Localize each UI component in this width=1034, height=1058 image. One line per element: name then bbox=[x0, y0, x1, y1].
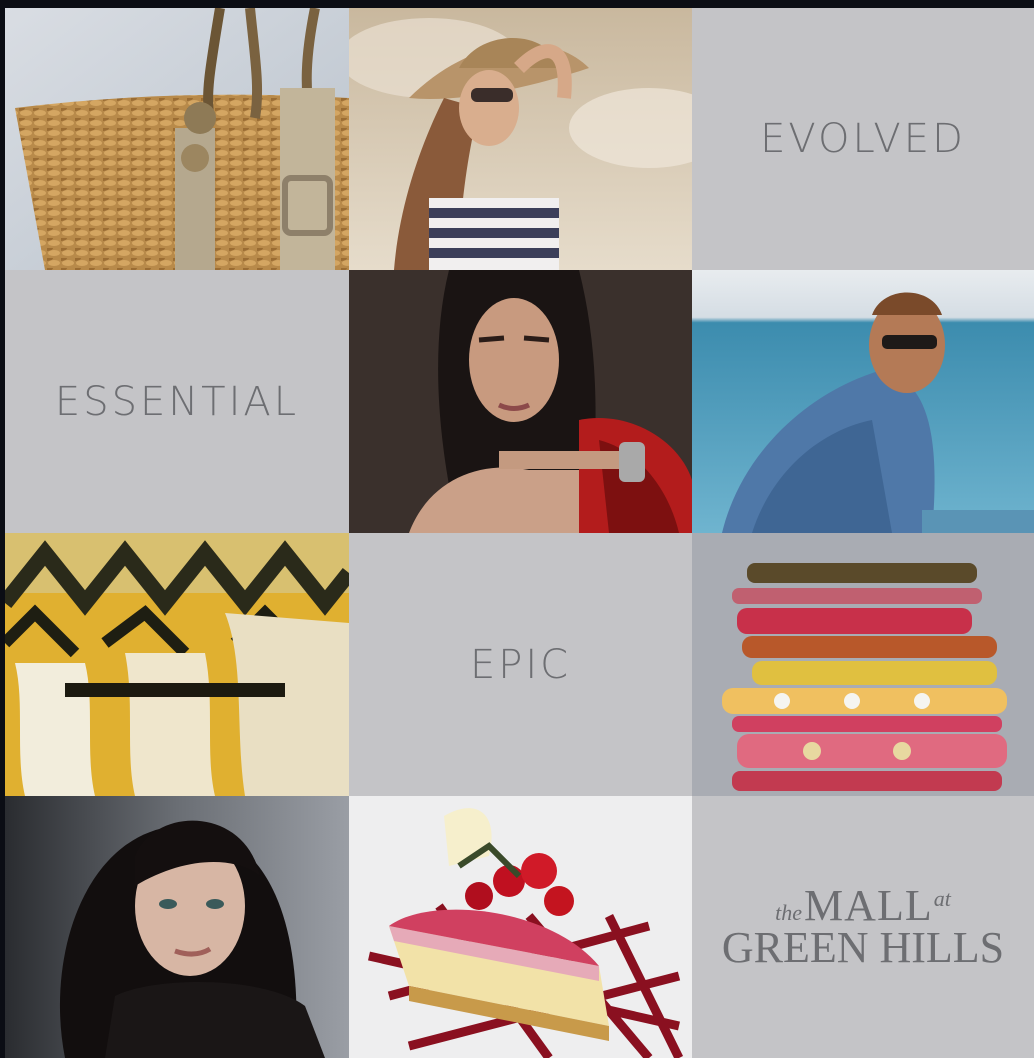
collage-grid: EVOLVED ESSENTIAL EPIC the MALL at GREEN… bbox=[5, 8, 1034, 1058]
photo-woman-sun-hat bbox=[349, 8, 692, 270]
tile-epic: EPIC bbox=[349, 533, 692, 796]
photo-cheesecake-raspberries bbox=[349, 796, 692, 1058]
tile-epic-label: EPIC bbox=[469, 641, 572, 688]
photo-woman-red-dress bbox=[349, 270, 692, 533]
mall-logo: the MALL at GREEN HILLS bbox=[722, 884, 1004, 970]
mall-logo-tile: the MALL at GREEN HILLS bbox=[692, 796, 1034, 1058]
tile-essential: ESSENTIAL bbox=[5, 270, 349, 533]
photo-straw-handbag bbox=[5, 8, 349, 270]
photo-woman-dark-hair bbox=[5, 796, 349, 1058]
photo-clothes-on-hangers bbox=[5, 533, 349, 796]
tile-essential-label: ESSENTIAL bbox=[54, 378, 300, 425]
logo-at: at bbox=[933, 886, 951, 911]
logo-green-hills: GREEN HILLS bbox=[721, 923, 1005, 972]
tile-evolved: EVOLVED bbox=[692, 8, 1034, 270]
logo-mall: MALL bbox=[804, 881, 933, 930]
photo-stacked-bangles bbox=[692, 533, 1034, 796]
logo-the: the bbox=[775, 900, 803, 925]
photo-man-sunglasses-sea bbox=[692, 270, 1034, 533]
tile-evolved-label: EVOLVED bbox=[760, 116, 966, 162]
